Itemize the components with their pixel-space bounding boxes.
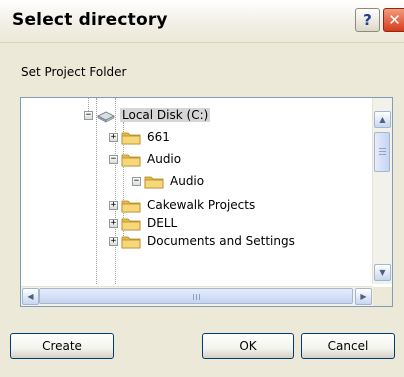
tree-item-label: Audio xyxy=(147,152,182,166)
window-title: Select directory xyxy=(12,10,168,30)
scrollbar-corner xyxy=(373,287,392,306)
grip-line xyxy=(379,154,386,155)
tree-item-audio[interactable]: − Audio xyxy=(109,150,183,168)
tree-item-label: Audio xyxy=(170,174,205,188)
expand-icon[interactable]: + xyxy=(109,236,118,246)
tree-connector xyxy=(115,98,116,284)
tree-item-local-disk[interactable]: − Local Disk (C:) xyxy=(84,106,211,124)
cancel-button[interactable]: Cancel xyxy=(301,333,395,359)
folder-tree[interactable]: − Local Disk (C:) + 661 − Audio − Audio … xyxy=(20,97,393,307)
ok-button[interactable]: OK xyxy=(202,333,294,359)
vertical-scroll-thumb[interactable] xyxy=(374,132,390,172)
tree-item-label: DELL xyxy=(147,216,178,230)
scroll-left-button[interactable]: ◀ xyxy=(22,288,39,305)
tree-item-label: 661 xyxy=(147,130,170,144)
folder-icon xyxy=(121,236,141,248)
tree-view[interactable]: − Local Disk (C:) + 661 − Audio − Audio … xyxy=(21,98,373,284)
tree-item-661[interactable]: + 661 xyxy=(109,128,172,146)
grip-line xyxy=(379,148,386,149)
folder-icon xyxy=(144,176,164,188)
folder-icon xyxy=(121,218,141,230)
hard-drive-icon xyxy=(97,111,115,122)
grip-line xyxy=(199,294,200,300)
close-button[interactable]: ✕ xyxy=(383,8,404,32)
grip-line xyxy=(193,294,194,300)
scroll-up-button[interactable]: ▲ xyxy=(374,111,391,128)
tree-item-dell[interactable]: + DELL xyxy=(109,214,179,232)
create-button[interactable]: Create xyxy=(10,333,114,359)
folder-icon xyxy=(121,200,141,212)
horizontal-scrollbar[interactable]: ◀ ▶ xyxy=(21,286,373,306)
tree-connector xyxy=(96,98,97,284)
collapse-icon[interactable]: − xyxy=(109,154,118,164)
prompt-label: Set Project Folder xyxy=(21,65,127,79)
help-button[interactable]: ? xyxy=(355,8,380,32)
folder-icon xyxy=(121,132,141,144)
grip-line xyxy=(196,294,197,300)
tree-item-documents-and-settings[interactable]: + Documents and Settings xyxy=(109,232,297,250)
scroll-right-button[interactable]: ▶ xyxy=(355,288,372,305)
tree-item-audio-sub[interactable]: − Audio xyxy=(132,172,206,190)
collapse-icon[interactable]: − xyxy=(84,110,93,120)
expand-icon[interactable]: + xyxy=(109,200,118,210)
folder-icon xyxy=(121,154,141,166)
horizontal-scroll-thumb[interactable] xyxy=(39,288,353,304)
expand-icon[interactable]: + xyxy=(109,218,118,228)
tree-item-label: Documents and Settings xyxy=(147,234,295,248)
expand-icon[interactable]: + xyxy=(109,132,118,142)
vertical-scrollbar[interactable]: ▲ ▼ xyxy=(372,98,392,284)
grip-line xyxy=(379,151,386,152)
tree-item-label: Cakewalk Projects xyxy=(147,198,256,212)
collapse-icon[interactable]: − xyxy=(132,176,141,186)
tree-item-cakewalk-projects[interactable]: + Cakewalk Projects xyxy=(109,196,257,214)
tree-item-label: Local Disk (C:) xyxy=(120,108,211,122)
title-bar: Select directory ? ✕ xyxy=(0,0,404,43)
scroll-down-button[interactable]: ▼ xyxy=(374,264,391,281)
